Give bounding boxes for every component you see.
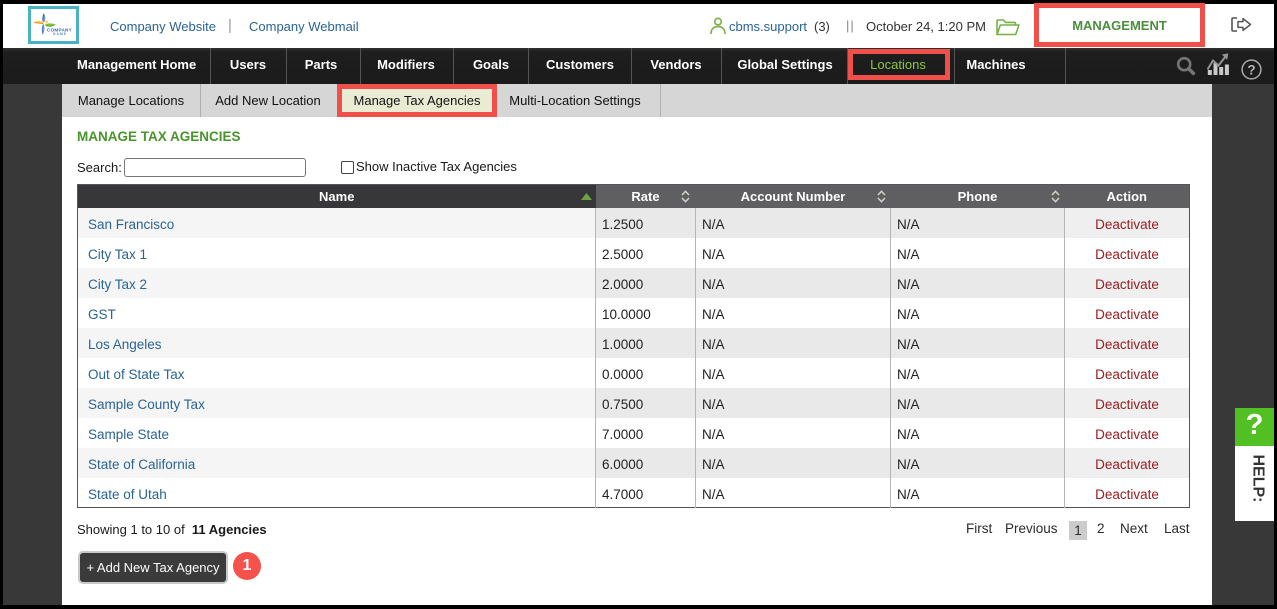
svg-text:NAME: NAME bbox=[53, 32, 67, 36]
svg-text:?: ? bbox=[1247, 63, 1255, 78]
